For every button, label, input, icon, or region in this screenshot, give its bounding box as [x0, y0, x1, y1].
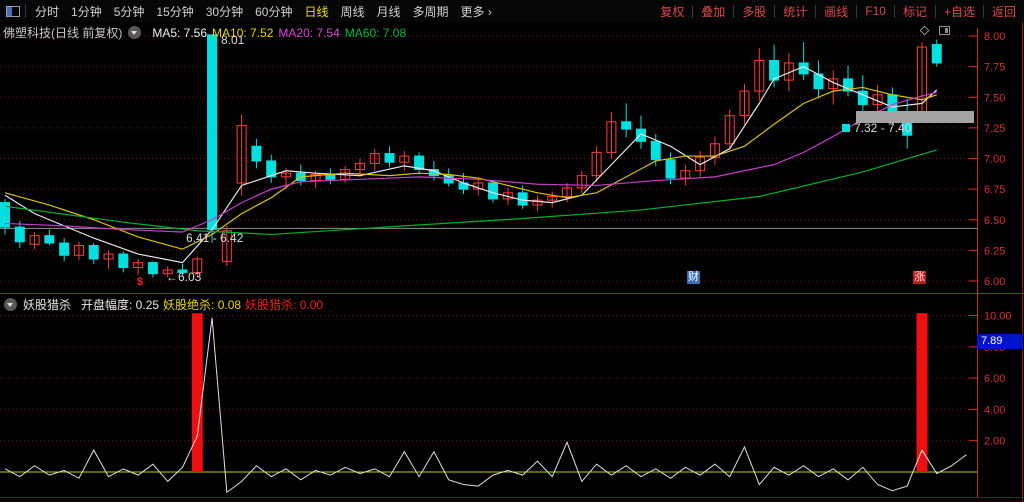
svg-text:6.75: 6.75: [984, 184, 1005, 196]
period-tab-5[interactable]: 60分钟: [249, 3, 298, 20]
period-tab-8[interactable]: 月线: [371, 3, 407, 20]
period-tab-3[interactable]: 15分钟: [150, 3, 199, 20]
collapse-chevron-icon[interactable]: [128, 26, 141, 39]
svg-text:6.50: 6.50: [984, 215, 1005, 227]
annotation-gap-range-1: 6.41 - 6.42: [186, 231, 243, 245]
action-button-8[interactable]: 返回: [984, 3, 1024, 20]
panel-layout-icon[interactable]: [939, 26, 950, 35]
period-tab-0[interactable]: 分时: [29, 3, 65, 20]
ma-label: MA60: 7.08: [345, 26, 406, 40]
ma-values: MA5: 7.56MA10: 7.52MA20: 7.54MA60: 7.08: [147, 26, 406, 40]
action-button-3[interactable]: 统计: [775, 3, 815, 20]
svg-text:7.75: 7.75: [984, 62, 1005, 74]
top-toolbar: 分时1分钟5分钟15分钟30分钟60分钟日线周线月线多周期更多 › 复权叠加多股…: [0, 0, 1024, 22]
period-tab-4[interactable]: 30分钟: [200, 3, 249, 20]
period-tab-1[interactable]: 1分钟: [65, 3, 108, 20]
collapse-chevron-icon[interactable]: [4, 298, 17, 311]
period-tab-10[interactable]: 更多 ›: [455, 3, 498, 20]
indicator-param: 妖股猎杀: 0.00: [245, 296, 323, 313]
annotation-low-price: ←6.03: [166, 270, 201, 284]
indicator-chart[interactable]: 10.008.006.004.002.00: [0, 293, 1024, 502]
dividend-marker: $: [137, 276, 143, 288]
action-button-0[interactable]: 复权: [652, 3, 692, 20]
chart-title-row: 佛塑科技(日线 前复权) MA5: 7.56MA10: 7.52MA20: 7.…: [3, 24, 406, 41]
action-button-5[interactable]: F10: [857, 4, 894, 18]
candlestick-chart[interactable]: 8.00 7.75 7.50 7.25 7.00 6.75 6.50 6.25 6.00: [0, 22, 1024, 293]
indicator-param: 妖股绝杀: 0.08: [163, 296, 241, 313]
window-layout-icon[interactable]: [6, 6, 20, 17]
period-tab-7[interactable]: 周线: [334, 3, 370, 20]
ma-label: MA5: 7.56: [152, 26, 207, 40]
svg-text:6.00: 6.00: [984, 276, 1005, 288]
period-tab-9[interactable]: 多周期: [407, 3, 455, 20]
trading-app-window: 分时1分钟5分钟15分钟30分钟60分钟日线周线月线多周期更多 › 复权叠加多股…: [0, 0, 1024, 502]
svg-text:2.00: 2.00: [984, 436, 1005, 448]
financial-report-badge[interactable]: 财: [687, 271, 700, 284]
action-button-2[interactable]: 多股: [734, 3, 774, 20]
annotation-high-price: 8.01: [221, 33, 244, 47]
svg-text:7.00: 7.00: [984, 154, 1005, 166]
period-tab-6[interactable]: 日线: [298, 3, 334, 20]
gap-bullet-icon: [842, 124, 850, 132]
svg-text:4.00: 4.00: [984, 404, 1005, 416]
svg-text:10.00: 10.00: [984, 311, 1012, 323]
chart-corner-icons: [921, 26, 950, 35]
ma-label: MA20: 7.54: [278, 26, 339, 40]
action-button-6[interactable]: 标记: [895, 3, 935, 20]
stock-title: 佛塑科技(日线 前复权): [3, 24, 122, 41]
period-tab-2[interactable]: 5分钟: [108, 3, 151, 20]
svg-text:6.00: 6.00: [984, 373, 1005, 385]
period-tabs: 分时1分钟5分钟15分钟30分钟60分钟日线周线月线多周期更多 ›: [29, 3, 498, 20]
action-button-4[interactable]: 画线: [816, 3, 856, 20]
toolbar-divider: [25, 4, 26, 18]
action-button-7[interactable]: +自选: [936, 3, 983, 20]
indicator-name: 妖股猎杀: [23, 296, 71, 313]
annotation-gap-range-2: 7.32 - 7.40: [842, 121, 911, 135]
action-button-1[interactable]: 叠加: [693, 3, 733, 20]
diamond-marker-icon[interactable]: [920, 26, 930, 36]
indicator-header: 妖股猎杀 开盘幅度: 0.25妖股绝杀: 0.08妖股猎杀: 0.00: [4, 296, 323, 313]
indicator-param: 开盘幅度: 0.25: [81, 296, 159, 313]
latest-price-badge: 7.89: [977, 334, 1023, 349]
indicator-params: 开盘幅度: 0.25妖股绝杀: 0.08妖股猎杀: 0.00: [77, 296, 323, 313]
limit-up-badge[interactable]: 涨: [913, 271, 926, 284]
svg-text:7.50: 7.50: [984, 92, 1005, 104]
action-buttons: 复权叠加多股统计画线F10标记+自选返回: [652, 3, 1024, 20]
svg-text:8.00: 8.00: [984, 31, 1005, 43]
svg-text:6.25: 6.25: [984, 245, 1005, 257]
svg-text:7.25: 7.25: [984, 123, 1005, 135]
